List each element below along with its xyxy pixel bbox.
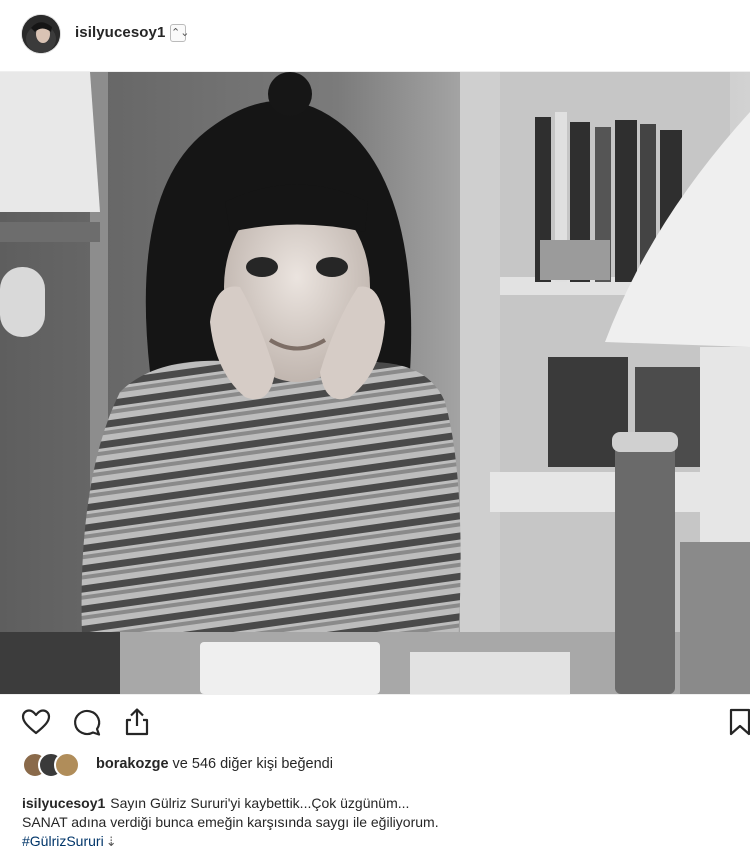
liker-avatar xyxy=(54,752,80,778)
avatar[interactable] xyxy=(22,15,60,53)
post-header: isilyucesoy1 ⌃⌄ xyxy=(0,0,750,70)
post-caption: isilyucesoy1 Sayın Gülriz Sururi'yi kaybe… xyxy=(22,794,728,851)
account-switch-icon[interactable]: ⌃⌄ xyxy=(170,24,189,42)
post-photo[interactable] xyxy=(0,71,750,695)
caption-text: Sayın Gülriz Sururi'yi kaybettik...Çok ü… xyxy=(110,795,410,811)
caption-line: isilyucesoy1 Sayın Gülriz Sururi'yi kaybe… xyxy=(22,794,728,813)
first-liker-link[interactable]: borakozge xyxy=(96,756,169,772)
bookmark-icon[interactable] xyxy=(724,706,750,738)
black-and-white-portrait-photo xyxy=(0,72,750,694)
hashtag-link[interactable]: #GülrizSururi xyxy=(22,833,104,849)
likes-count-text: ve 546 diğer kişi beğendi xyxy=(172,756,333,772)
caption-line: #GülrizSururi ⇣ xyxy=(22,832,728,851)
post-username[interactable]: isilyucesoy1 xyxy=(75,24,165,41)
caption-line: SANAT adına verdiği bunca emeğin karşısı… xyxy=(22,813,728,832)
heart-outline-icon[interactable] xyxy=(20,706,52,738)
caption-username[interactable]: isilyucesoy1 xyxy=(22,795,105,811)
share-upload-icon[interactable] xyxy=(121,706,153,738)
more-arrow-icon[interactable]: ⇣ xyxy=(106,834,117,849)
instagram-post: isilyucesoy1 ⌃⌄ borakozge ve 546 diğer k… xyxy=(0,0,750,858)
likes-summary: borakozge ve 546 diğer kişi beğendi xyxy=(22,752,722,778)
comment-bubble-icon[interactable] xyxy=(71,706,103,738)
action-bar xyxy=(0,700,750,746)
caption-text: SANAT adına verdiği bunca emeğin karşısı… xyxy=(22,814,439,830)
likes-text[interactable]: borakozge ve 546 diğer kişi beğendi xyxy=(96,756,333,772)
profile-avatar-icon xyxy=(22,15,60,53)
